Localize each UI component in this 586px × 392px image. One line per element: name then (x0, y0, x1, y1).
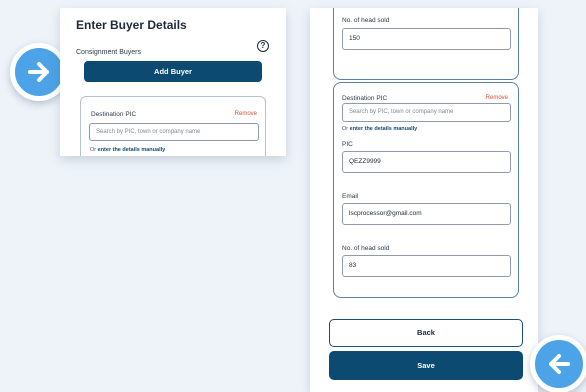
add-buyer-button[interactable]: Add Buyer (84, 61, 262, 82)
pic-input[interactable]: QEZZ9999 (342, 151, 511, 173)
remove-link[interactable]: Remove (486, 95, 508, 101)
destination-pic-search-input[interactable]: Search by PIC, town or company name (342, 103, 511, 122)
email-input[interactable]: lscprocessor@gmail.com (342, 203, 511, 225)
destination-pic-card: Destination PIC Remove Search by PIC, to… (80, 96, 266, 156)
head-sold-input[interactable]: 83 (342, 255, 511, 277)
head-sold-input[interactable]: 150 (342, 28, 511, 50)
manual-entry-prefix: Or (342, 126, 350, 132)
pic-label: PIC (342, 141, 353, 148)
previous-buyer-card: No. of head sold 150 (333, 8, 519, 80)
consignment-buyers-label: Consignment Buyers (76, 49, 141, 56)
email-label: Email (342, 193, 359, 200)
remove-link[interactable]: Remove (235, 111, 257, 117)
enter-manually-link[interactable]: enter the details manually (98, 147, 166, 153)
back-button[interactable]: Back (329, 319, 523, 347)
manual-entry-text: Or enter the details manually (90, 147, 165, 153)
search-placeholder: Search by PIC, town or company name (96, 129, 201, 135)
arrow-right-glyph (28, 62, 49, 82)
page-title: Enter Buyer Details (76, 18, 187, 32)
buyer-details-panel: Enter Buyer Details Consignment Buyers A… (60, 8, 286, 156)
arrow-left-icon (530, 335, 586, 392)
destination-pic-search-input[interactable]: Search by PIC, town or company name (89, 123, 259, 141)
manual-entry-text: Or enter the details manually (342, 126, 417, 132)
destination-pic-card: Destination PIC Remove Search by PIC, to… (333, 82, 519, 298)
destination-pic-label: Destination PIC (342, 95, 388, 102)
arrow-left-glyph (549, 354, 570, 374)
head-sold-label: No. of head sold (342, 17, 390, 24)
head-sold-label: No. of head sold (342, 245, 390, 252)
question-circle-icon[interactable]: ? (257, 40, 269, 52)
enter-manually-link[interactable]: enter the details manually (350, 126, 418, 132)
save-button[interactable]: Save (329, 351, 523, 380)
manual-entry-prefix: Or (90, 147, 98, 153)
destination-pic-label: Destination PIC (91, 111, 137, 118)
buyer-form-panel: No. of head sold 150 Destination PIC Rem… (310, 8, 538, 392)
